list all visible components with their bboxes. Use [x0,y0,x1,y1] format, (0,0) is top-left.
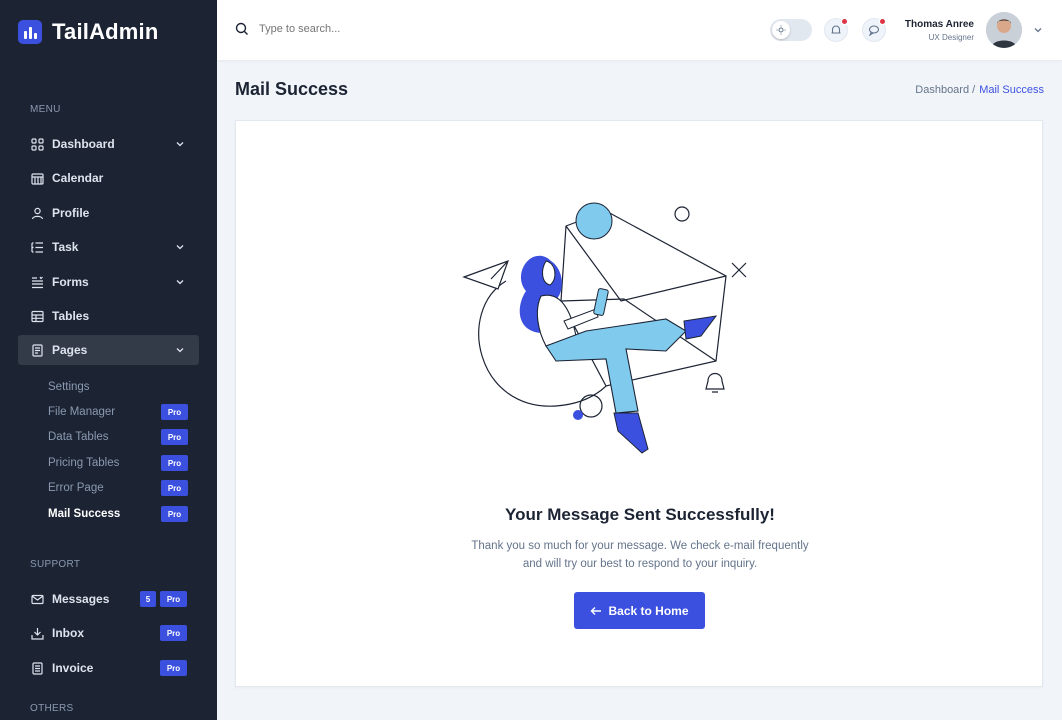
sidebar-subitem-label: Mail Success [48,508,121,520]
sidebar-item-tables[interactable]: Tables [18,301,199,331]
sidebar-item-pages[interactable]: Pages [18,335,199,365]
pro-badge: Pro [161,404,188,420]
top-header: Thomas Anree UX Designer [217,0,1062,60]
mail-icon [30,592,44,606]
app-logo[interactable]: TailAdmin [18,19,159,45]
breadcrumb: Dashboard / Mail Success [915,84,1044,96]
calendar-icon [30,171,44,185]
sidebar-item-label: Profile [52,206,90,220]
search-bar[interactable] [235,22,459,36]
sidebar-subitem-data-tables[interactable]: Data Tables Pro [48,427,188,447]
sidebar-subitem-file-manager[interactable]: File Manager Pro [48,402,188,422]
table-icon [30,309,44,323]
sidebar-item-label: Messages [52,592,110,606]
sidebar-item-inbox[interactable]: Inbox Pro [18,618,199,648]
others-section-title: OTHERS [30,703,74,714]
sidebar-subitem-label: Settings [48,381,90,393]
sidebar-subitem-label: File Manager [48,406,116,418]
sidebar-subitem-pricing-tables[interactable]: Pricing Tables Pro [48,453,188,473]
message-count-badge: 5 [140,591,156,607]
messages-button[interactable] [862,18,886,42]
messages-badges: 5 Pro [140,591,187,607]
page-title: Mail Success [235,79,349,99]
pro-badge: Pro [161,480,188,496]
sidebar-item-messages[interactable]: Messages 5 Pro [18,584,199,614]
dark-mode-toggle[interactable] [770,19,812,41]
chevron-down-icon[interactable] [1033,25,1043,35]
app-name: TailAdmin [52,19,159,44]
sidebar-item-invoice[interactable]: Invoice Pro [18,653,199,683]
pro-badge: Pro [161,455,188,471]
invoice-icon [30,661,44,675]
message-dot [879,18,886,25]
back-to-home-button[interactable]: Back to Home [574,592,705,629]
sidebar-subitem-mail-success[interactable]: Mail Success Pro [48,504,188,524]
sidebar-item-task[interactable]: Task [18,232,199,262]
sidebar-item-label: Dashboard [52,137,115,151]
menu-section-title: MENU [30,104,61,115]
breadcrumb-home[interactable]: Dashboard / [915,84,975,96]
pro-badge: Pro [161,429,188,445]
sidebar-item-label: Calendar [52,171,104,185]
success-message: Thank you so much for your message. We c… [440,537,840,573]
grid-icon [30,137,44,151]
pro-badge: Pro [160,660,187,676]
sidebar-subitem-label: Error Page [48,482,104,494]
sidebar: TailAdmin MENU Dashboard Calendar Profil… [0,0,217,720]
sidebar-subitem-error-page[interactable]: Error Page Pro [48,478,188,498]
sidebar-item-label: Tables [52,309,90,323]
user-name: Thomas Anree [904,19,974,30]
mail-success-card: Your Message Sent Successfully! Thank yo… [235,120,1043,687]
sidebar-item-label: Task [52,240,79,254]
sidebar-subitem-label: Pricing Tables [48,457,120,469]
pro-badge: Pro [161,506,188,522]
list-icon [30,240,44,254]
inbox-badges: Pro [160,625,187,641]
user-icon [30,206,44,220]
sidebar-item-label: Invoice [52,661,94,675]
notification-button[interactable] [824,18,848,42]
chevron-down-icon [176,348,184,353]
avatar[interactable] [986,12,1022,48]
notification-dot [841,18,848,25]
chevron-down-icon [176,245,184,250]
user-info[interactable]: Thomas Anree UX Designer [905,19,974,42]
arrow-left-icon [590,606,602,615]
pro-badge: Pro [160,591,187,607]
success-heading: Your Message Sent Successfully! [505,505,775,524]
sidebar-item-label: Pages [52,343,88,357]
sidebar-item-dashboard[interactable]: Dashboard [18,129,199,159]
chevron-down-icon [176,142,184,147]
support-section-title: SUPPORT [30,559,81,570]
invoice-badges: Pro [160,660,187,676]
chevron-down-icon [176,280,184,285]
pro-badge: Pro [160,625,187,641]
sidebar-item-label: Forms [52,275,89,289]
chat-icon [868,25,880,36]
search-input[interactable] [259,23,459,35]
logo-icon [18,20,42,44]
back-to-home-label: Back to Home [608,603,689,618]
user-role: UX Designer [928,33,974,42]
sidebar-item-label: Inbox [52,626,84,640]
sun-icon [772,21,790,39]
sidebar-item-calendar[interactable]: Calendar [18,163,199,193]
sidebar-subitem-settings[interactable]: Settings [48,377,188,397]
sidebar-item-forms[interactable]: Forms [18,267,199,297]
inbox-icon [30,626,44,640]
mail-success-illustration [446,181,806,476]
bell-icon [831,25,841,34]
sidebar-subitem-label: Data Tables [48,431,109,443]
page-icon [30,343,44,357]
form-icon [30,275,44,289]
success-message-line-2: and will try our best to respond to your… [522,558,758,570]
breadcrumb-current: Mail Success [979,84,1044,96]
search-icon [235,22,248,35]
success-message-line-1: Thank you so much for your message. We c… [471,540,809,552]
sidebar-item-profile[interactable]: Profile [18,198,199,228]
